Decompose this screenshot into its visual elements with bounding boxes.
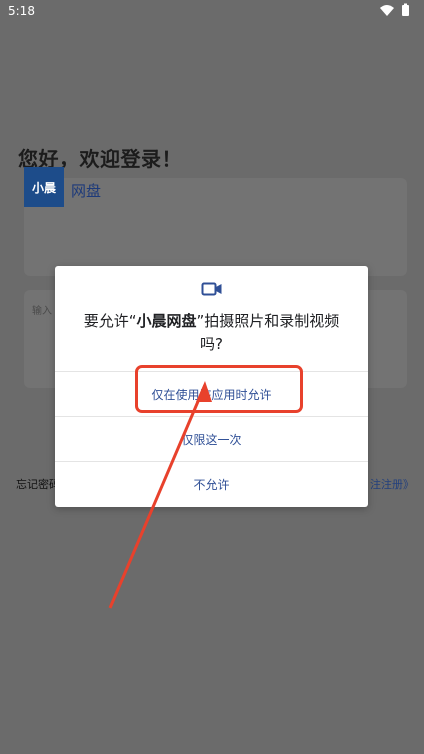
app-name-label: 网盘 xyxy=(71,182,102,200)
deny-button[interactable]: 不允许 xyxy=(55,462,368,506)
message-app-name: 小晨网盘 xyxy=(136,312,197,330)
status-icons xyxy=(380,3,409,16)
allow-once-button[interactable]: 仅限这一次 xyxy=(55,417,368,461)
status-time: 5:18 xyxy=(8,4,35,18)
dialog-message: 要允许“小晨网盘”拍摄照片和录制视频吗? xyxy=(73,310,350,356)
register-link[interactable]: 注注册》 xyxy=(370,476,414,492)
wifi-icon xyxy=(380,5,394,16)
forgot-password-link[interactable]: 忘记密码 xyxy=(16,476,60,492)
annotation-highlight-box xyxy=(135,365,303,413)
video-camera-icon xyxy=(201,282,222,296)
status-bar: 5:18 xyxy=(0,0,424,22)
battery-icon xyxy=(402,5,409,16)
input-hint: 输入 xyxy=(32,306,52,317)
message-prefix: 要允许“ xyxy=(83,312,137,330)
app-logo: 小晨 xyxy=(24,167,64,207)
message-suffix: ”拍摄照片和录制视频吗? xyxy=(196,312,340,353)
